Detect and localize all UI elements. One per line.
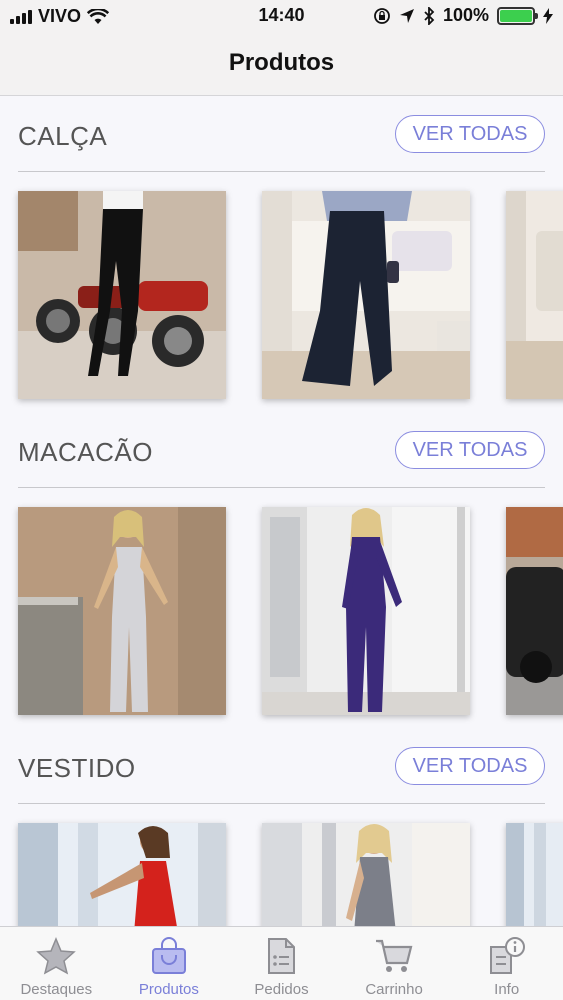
- star-icon: [36, 937, 77, 975]
- product-image[interactable]: [506, 191, 563, 399]
- product-image[interactable]: [506, 823, 563, 926]
- see-all-button[interactable]: VER TODAS: [395, 115, 545, 153]
- cart-icon: [376, 939, 413, 972]
- category-section-macacao: MACACÃO VER TODAS: [0, 413, 563, 729]
- status-right: 100%: [373, 5, 553, 26]
- product-image[interactable]: [18, 191, 226, 399]
- category-section-vestido: VESTIDO VER TODAS: [0, 729, 563, 926]
- product-image[interactable]: [18, 507, 226, 715]
- status-bar: VIVO 14:40 100%: [0, 0, 563, 32]
- product-image[interactable]: [262, 191, 470, 399]
- tab-pedidos[interactable]: Pedidos: [225, 927, 338, 1000]
- section-divider: [18, 803, 545, 804]
- tab-carrinho[interactable]: Carrinho: [338, 927, 451, 1000]
- page-title: Produtos: [228, 49, 335, 76]
- info-icon: [489, 937, 525, 974]
- battery-icon: [497, 6, 538, 25]
- tab-label: Destaques: [20, 981, 93, 998]
- tab-label: Info: [494, 981, 520, 998]
- tab-label: Carrinho: [365, 981, 423, 998]
- orientation-lock-icon: [374, 7, 390, 24]
- battery-percent: 100%: [442, 5, 489, 25]
- navigation-bar: Produtos: [0, 32, 563, 96]
- bluetooth-icon: [424, 6, 435, 25]
- tab-bar: Destaques Produtos Pedidos Carrinho Info: [0, 926, 563, 1000]
- tab-label: Pedidos: [254, 981, 309, 998]
- section-title: MACACÃO: [18, 437, 153, 467]
- charging-icon: [543, 7, 553, 24]
- product-image[interactable]: [262, 507, 470, 715]
- document-list-icon: [268, 938, 296, 974]
- product-image[interactable]: [18, 823, 226, 926]
- tab-info[interactable]: Info: [450, 927, 563, 1000]
- see-all-button[interactable]: VER TODAS: [395, 747, 545, 785]
- product-list[interactable]: CALÇA VER TODAS MACACÃO VER TODAS VESTID…: [0, 97, 563, 926]
- product-image[interactable]: [506, 507, 563, 715]
- product-image[interactable]: [262, 823, 470, 926]
- section-divider: [18, 171, 545, 172]
- section-title: CALÇA: [18, 121, 108, 151]
- tab-label: Produtos: [138, 981, 199, 998]
- section-title: VESTIDO: [18, 753, 136, 783]
- shopping-bag-icon: [151, 937, 186, 974]
- tab-destaques[interactable]: Destaques: [0, 927, 113, 1000]
- tab-produtos[interactable]: Produtos: [113, 927, 226, 1000]
- category-section-calca: CALÇA VER TODAS: [0, 97, 563, 413]
- location-icon: [399, 8, 414, 23]
- section-divider: [18, 487, 545, 488]
- see-all-button[interactable]: VER TODAS: [395, 431, 545, 469]
